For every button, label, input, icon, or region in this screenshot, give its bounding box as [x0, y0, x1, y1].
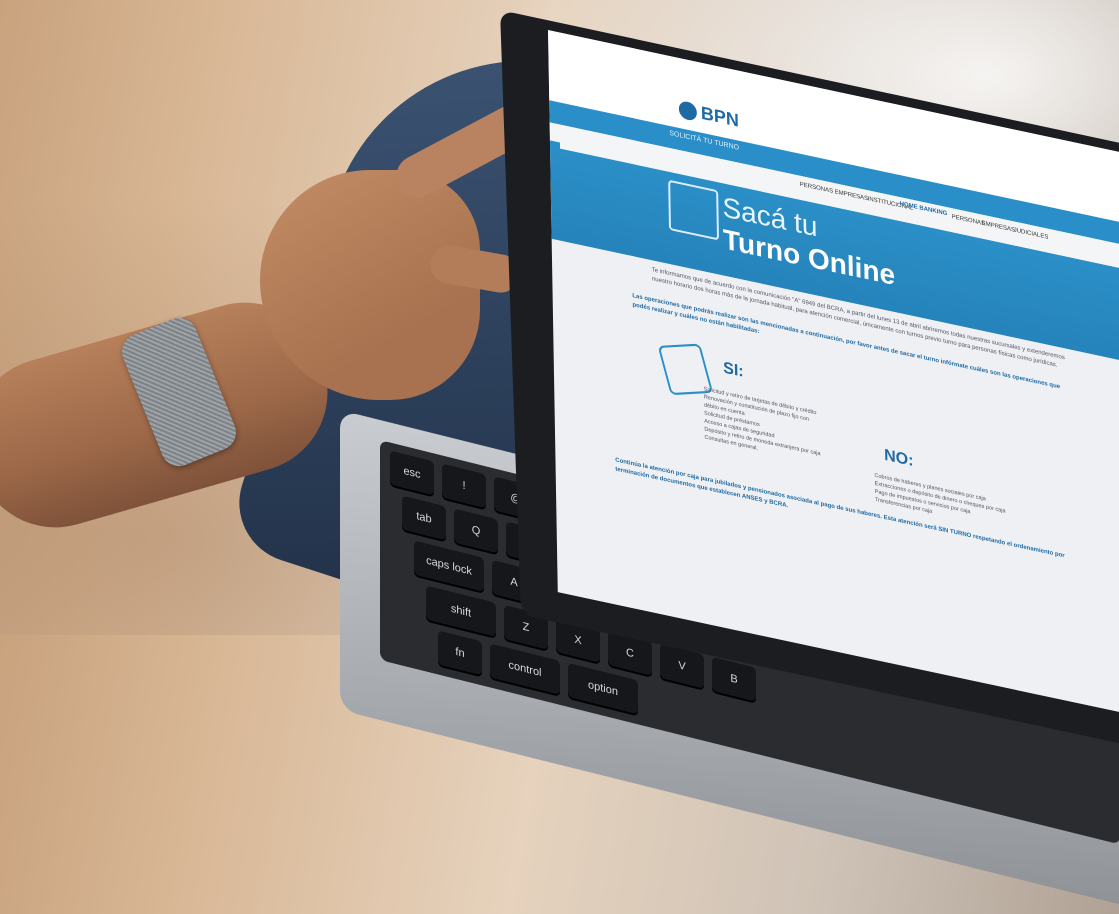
keyboard-key: !	[442, 463, 486, 509]
keyboard-key: caps lock	[414, 540, 484, 592]
bpn-logo-icon	[678, 99, 698, 122]
keyboard-key: fn	[438, 630, 482, 676]
keyboard-key: option	[568, 662, 638, 715]
si-title: SI:	[723, 359, 744, 381]
keyboard-key: tab	[402, 495, 446, 541]
keyboard-key: esc	[390, 450, 434, 496]
keyboard-key: Q	[454, 508, 498, 554]
si-list: Solicitud y retiro de tarjetas de débito…	[704, 385, 825, 467]
keyboard-key: control	[490, 643, 560, 695]
calendar-clock-icon	[668, 179, 720, 241]
no-title: NO:	[883, 446, 914, 471]
keyboard-key: shift	[426, 585, 496, 637]
